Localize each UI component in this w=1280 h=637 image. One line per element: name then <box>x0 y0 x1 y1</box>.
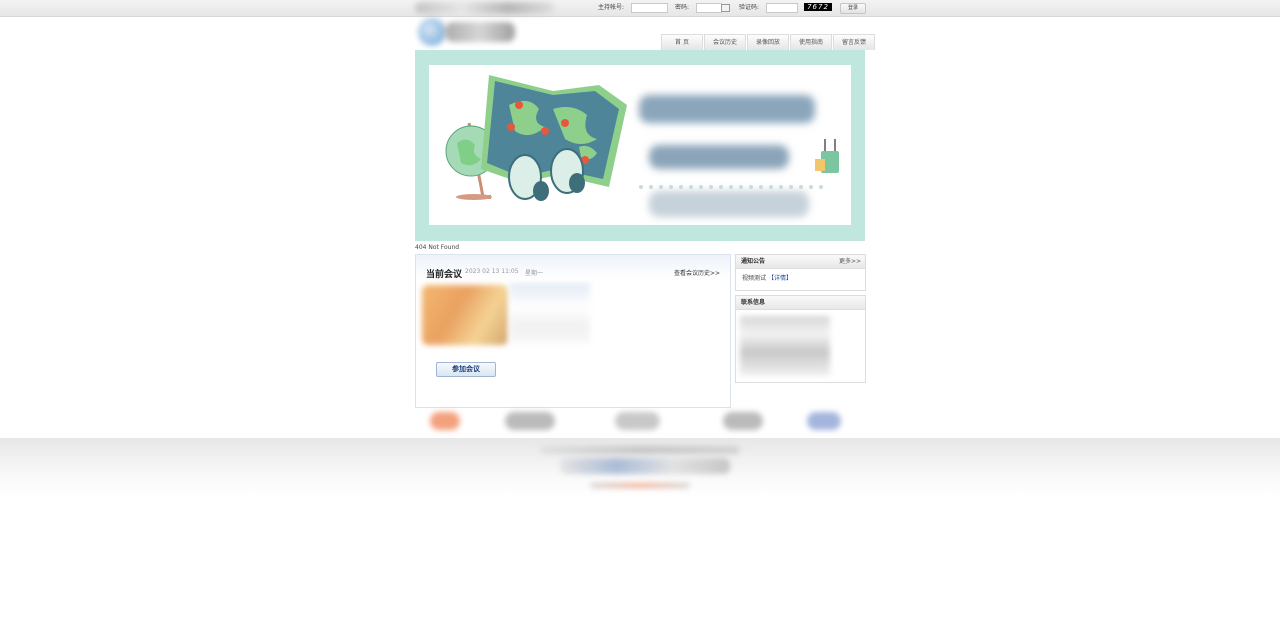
notice-more-link[interactable]: 更多>> <box>839 255 861 268</box>
notice-detail-link[interactable]: 【详情】 <box>768 275 792 282</box>
site-logo-text <box>415 2 555 14</box>
notice-title: 通知公告 <box>741 258 766 265</box>
error-message: 404 Not Found <box>415 244 460 251</box>
notice-panel: 通知公告 更多>> 视频测试 【详情】 <box>735 254 866 291</box>
partner-logo[interactable] <box>615 412 660 430</box>
partner-logo[interactable] <box>505 412 555 430</box>
notice-item: 视频测试 【详情】 <box>736 269 865 286</box>
captcha-input[interactable] <box>766 3 798 13</box>
partner-logo[interactable] <box>723 412 763 430</box>
notice-header: 通知公告 更多>> <box>736 255 865 269</box>
meeting-thumbnail[interactable] <box>422 285 508 345</box>
keyboard-icon[interactable] <box>721 4 730 12</box>
captcha-image[interactable]: 7672 <box>804 3 832 11</box>
contact-header: 联系信息 <box>736 296 865 310</box>
footer-license <box>590 483 690 488</box>
travel-illustration <box>445 75 839 217</box>
password-label: 密码: <box>675 4 690 11</box>
notice-item-text[interactable]: 视频测试 <box>742 275 766 282</box>
contact-title: 联系信息 <box>741 299 766 306</box>
logo-text <box>445 22 515 42</box>
join-meeting-button[interactable]: 参加会议 <box>436 362 496 377</box>
footer-copyright <box>560 458 730 474</box>
password-input[interactable] <box>696 3 722 13</box>
suitcase-icon <box>815 139 839 173</box>
contact-details <box>740 316 830 376</box>
nav-recording-playback[interactable]: 录像回放 <box>747 34 789 50</box>
partner-logos <box>415 408 865 434</box>
main-nav: 首 页 会议历史 录像回放 使用指南 留言反馈 <box>660 34 875 50</box>
nav-home[interactable]: 首 页 <box>661 34 703 50</box>
host-account-input[interactable] <box>631 3 668 13</box>
nav-meeting-history[interactable]: 会议历史 <box>704 34 746 50</box>
logo-globe-icon <box>418 18 446 46</box>
site-logo[interactable] <box>415 16 555 50</box>
host-account-label: 主持帐号: <box>598 4 625 11</box>
login-button[interactable]: 登录 <box>840 3 866 14</box>
current-meeting-panel: 当前会议 2023 02 13 11:05 星期一 查看会议历史>> 参加会议 <box>415 254 731 408</box>
meeting-weekday: 星期一 <box>525 270 544 277</box>
partner-logo[interactable] <box>807 412 841 430</box>
meeting-info <box>510 283 590 343</box>
contact-panel: 联系信息 <box>735 295 866 383</box>
nav-user-guide[interactable]: 使用指南 <box>790 34 832 50</box>
captcha-label: 验证码: <box>739 4 760 11</box>
meeting-datetime: 2023 02 13 11:05 <box>465 268 519 275</box>
partner-logo[interactable] <box>430 412 460 430</box>
nav-feedback[interactable]: 留言反馈 <box>833 34 875 50</box>
current-meeting-title: 当前会议 <box>426 270 463 280</box>
slider-dots <box>639 185 823 189</box>
banner-image <box>429 65 851 225</box>
banner <box>415 50 865 241</box>
footer-links <box>540 446 740 454</box>
meeting-history-link[interactable]: 查看会议历史>> <box>674 268 720 277</box>
